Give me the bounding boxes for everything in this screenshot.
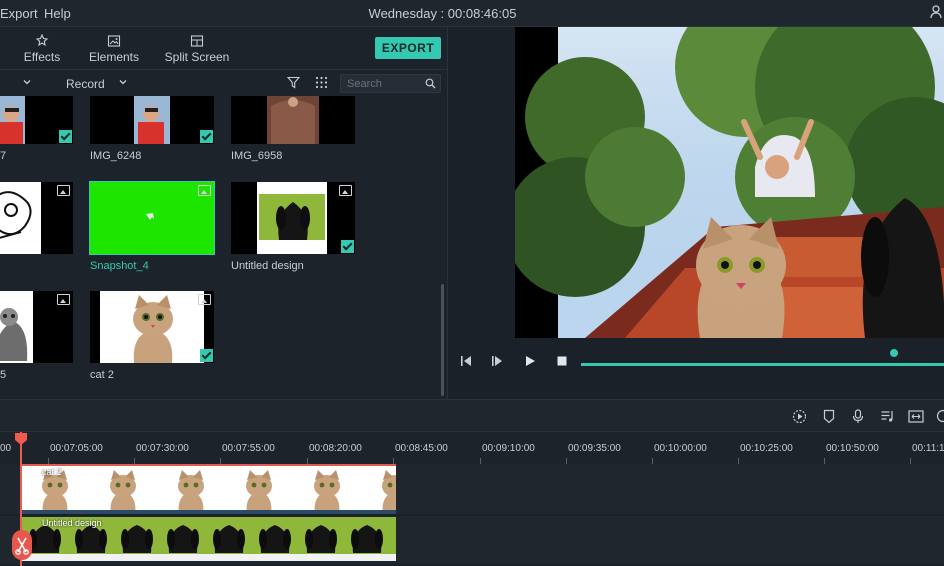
playback-progress-bar[interactable]	[581, 363, 944, 366]
ruler-tick-label: 00	[0, 443, 12, 454]
selected-check-icon	[200, 349, 213, 362]
zoom-icon[interactable]	[936, 409, 944, 424]
ruler-tick-label: 00:10:50:00	[826, 443, 879, 454]
ruler-tick-label: 00:10:25:00	[740, 443, 793, 454]
library-scrollbar[interactable]	[441, 284, 444, 396]
playhead-handle[interactable]	[14, 432, 28, 446]
play-icon[interactable]	[524, 355, 536, 367]
media-thumbnail[interactable]	[0, 182, 73, 254]
media-item[interactable]: Untitled design	[231, 182, 355, 272]
scissors-icon	[15, 537, 29, 555]
marker-icon[interactable]	[823, 409, 835, 424]
previous-frame-icon[interactable]	[460, 355, 472, 367]
media-item[interactable]	[0, 182, 73, 254]
timeline-clip[interactable]: cat 2	[21, 464, 396, 514]
filter-icon[interactable]	[287, 76, 300, 89]
media-caption: IMG_6248	[90, 150, 142, 162]
media-caption: 5	[0, 369, 7, 381]
library-filter-bar: Record	[0, 69, 447, 96]
media-thumbnail[interactable]	[0, 96, 73, 144]
search-icon[interactable]	[425, 78, 436, 89]
preview-panel	[447, 27, 944, 399]
render-preview-icon[interactable]	[792, 409, 807, 424]
media-item[interactable]: cat 2	[90, 291, 214, 381]
split-clip-button[interactable]	[12, 530, 32, 560]
export-button[interactable]: EXPORT	[375, 37, 441, 59]
media-caption: Snapshot_4	[90, 260, 149, 272]
tab-elements-label: Elements	[88, 50, 140, 64]
media-caption: cat 2	[90, 369, 114, 381]
ruler-tick-label: 00:11:1	[912, 443, 944, 454]
media-caption: 7	[0, 150, 7, 162]
selected-check-icon	[59, 130, 72, 143]
clip-title: Untitled design	[42, 518, 102, 528]
ruler-tick-label: 00:09:35:00	[568, 443, 621, 454]
ruler-tick-label: 00:07:30:00	[136, 443, 189, 454]
clock-display: Wednesday : 00:08:46:05	[368, 6, 517, 21]
record-dropdown[interactable]: Record	[66, 77, 105, 91]
media-thumbnail[interactable]	[231, 182, 355, 254]
library-tabs: Effects Elements Split Screen EXPORT	[0, 27, 447, 69]
image-type-icon	[339, 185, 352, 196]
voiceover-list-icon[interactable]	[880, 409, 895, 424]
media-item[interactable]: 7	[0, 96, 73, 162]
stop-icon[interactable]	[556, 355, 568, 367]
tab-effects[interactable]: Effects	[12, 27, 72, 69]
ruler-tick-label: 00:10:00:00	[654, 443, 707, 454]
tab-split-screen-label: Split Screen	[164, 50, 230, 64]
media-thumbnail[interactable]	[90, 291, 214, 363]
selected-check-icon	[200, 130, 213, 143]
chevron-down-icon[interactable]	[118, 77, 128, 87]
tab-elements[interactable]: Elements	[84, 27, 144, 69]
microphone-icon[interactable]	[852, 409, 864, 424]
chevron-down-icon[interactable]	[22, 77, 32, 87]
image-type-icon	[57, 185, 70, 196]
timeline-clip[interactable]: Untitled design	[21, 517, 396, 561]
media-caption: Untitled design	[231, 260, 304, 272]
user-icon[interactable]	[930, 5, 942, 22]
effects-icon	[35, 34, 49, 47]
elements-icon	[107, 35, 121, 47]
preview-canvas[interactable]	[515, 27, 944, 338]
ruler-tick-label: 00:08:20:00	[309, 443, 362, 454]
media-grid: 7 IMG_6248 IMG_6958 Snapshot_4 Untitled …	[0, 96, 447, 399]
app-window: Export Help Wednesday : 00:08:46:05 Effe…	[0, 0, 944, 566]
media-thumbnail[interactable]	[90, 96, 214, 144]
ruler-tick-label: 00:07:05:00	[50, 443, 103, 454]
ruler-tick-label: 00:09:10:00	[482, 443, 535, 454]
ruler-tick-label: 00:08:45:00	[395, 443, 448, 454]
ruler-tick-label: 00:07:55:00	[222, 443, 275, 454]
media-item[interactable]: Snapshot_4	[89, 181, 215, 272]
search-input[interactable]	[347, 77, 425, 91]
clip-title: cat 2	[42, 467, 62, 477]
media-thumbnail[interactable]	[89, 181, 215, 255]
playback-scrubber-handle[interactable]	[889, 348, 899, 358]
fit-timeline-icon[interactable]	[908, 409, 924, 424]
menu-bar: Export Help Wednesday : 00:08:46:05	[0, 0, 944, 27]
image-type-icon	[57, 294, 70, 305]
tab-split-screen[interactable]: Split Screen	[162, 27, 232, 69]
grid-view-icon[interactable]	[315, 76, 328, 89]
media-item[interactable]: 5	[0, 291, 73, 381]
timeline-tracks: cat 2 Untitled design	[0, 464, 944, 566]
media-item[interactable]: IMG_6248	[90, 96, 214, 162]
timeline-toolbar	[0, 399, 944, 432]
step-forward-icon[interactable]	[491, 355, 503, 367]
media-item[interactable]: IMG_6958	[231, 96, 355, 162]
media-thumbnail[interactable]	[0, 291, 73, 363]
tab-effects-label: Effects	[23, 50, 61, 64]
media-caption: IMG_6958	[231, 150, 283, 162]
media-thumbnail[interactable]	[231, 96, 355, 144]
split-screen-icon	[190, 35, 204, 47]
image-type-icon	[198, 185, 211, 196]
library-panel: Effects Elements Split Screen EXPORT Rec…	[0, 27, 447, 399]
playback-controls	[448, 338, 944, 398]
search-box	[340, 74, 441, 93]
image-type-icon	[198, 294, 211, 305]
selected-check-icon	[341, 240, 354, 253]
timeline-ruler[interactable]: 00 00:07:05:00 00:07:30:00 00:07:55:00 0…	[0, 432, 944, 464]
